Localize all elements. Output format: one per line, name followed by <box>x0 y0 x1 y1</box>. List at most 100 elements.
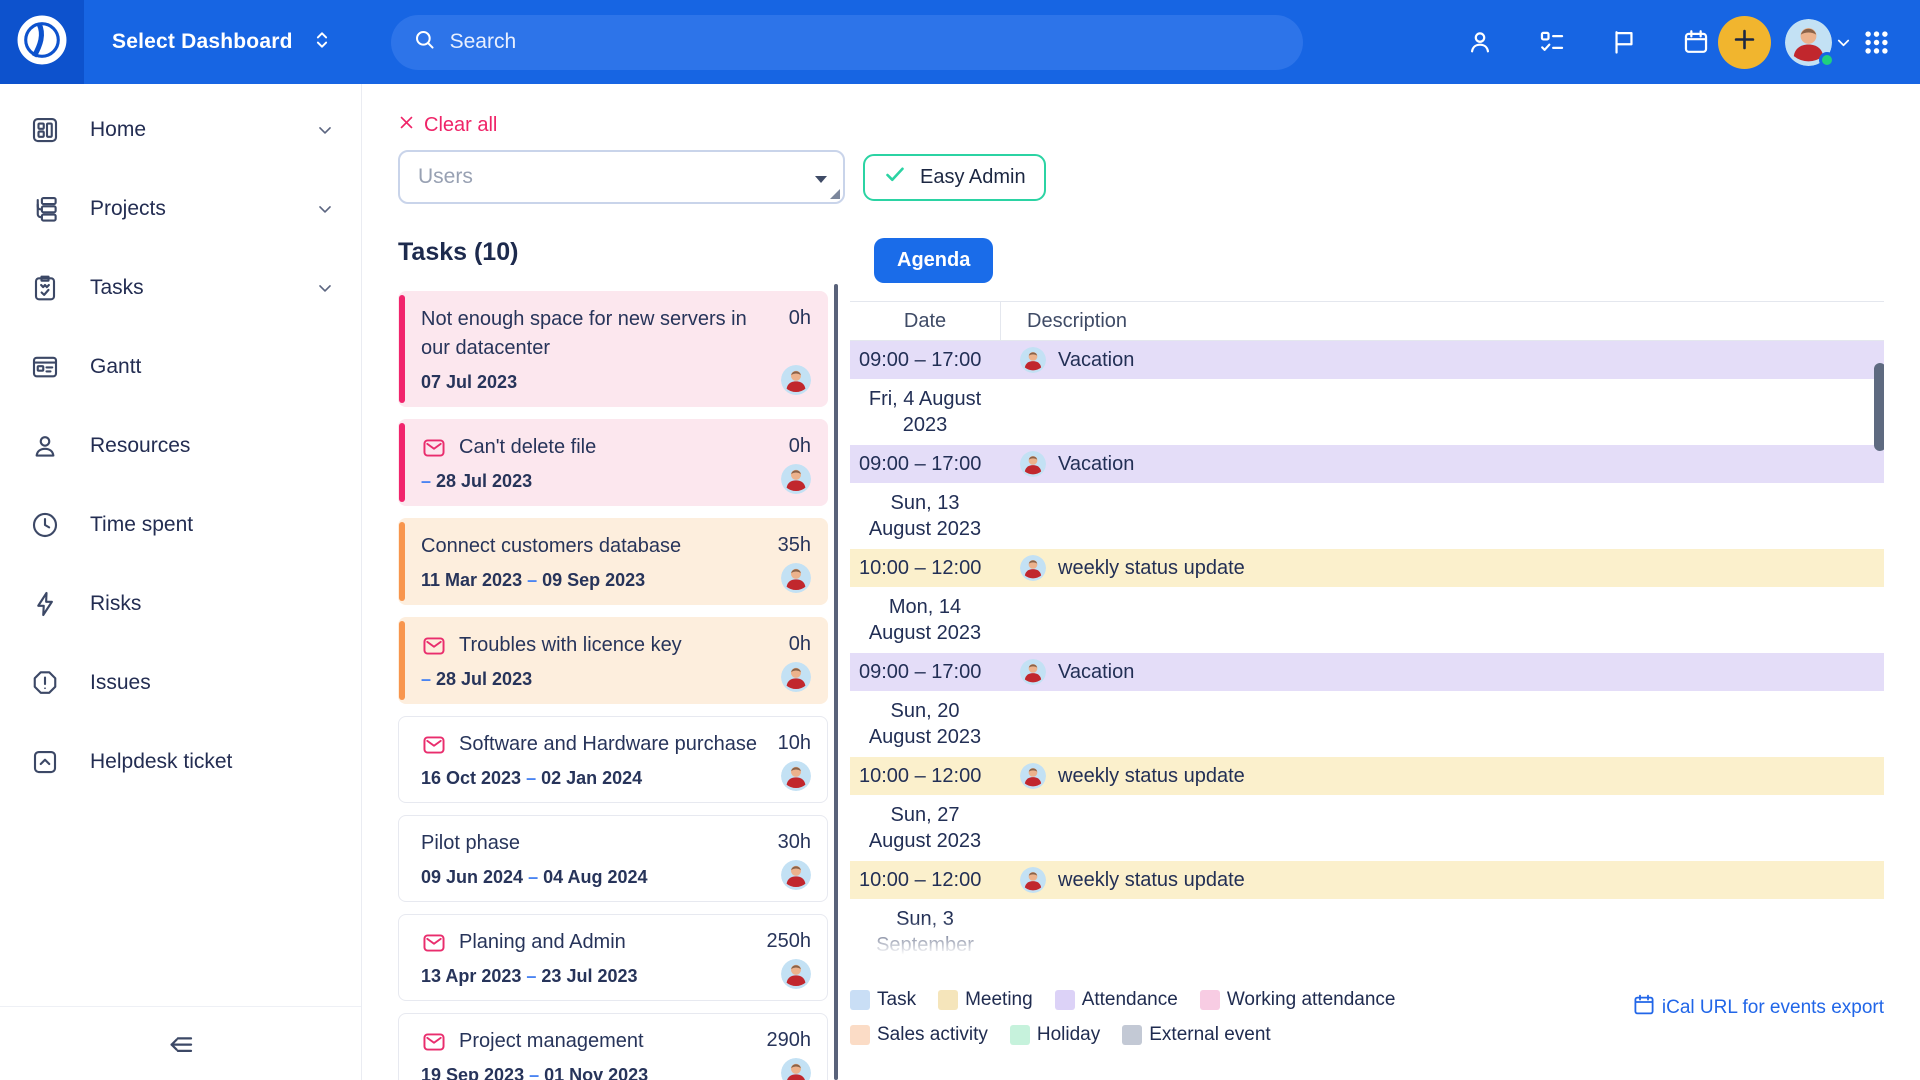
search-input[interactable] <box>450 30 1281 54</box>
search-bar[interactable] <box>391 15 1303 70</box>
agenda-date-row: Fri, 4 August 2023 <box>850 379 1884 445</box>
avatar-chevron-down-icon[interactable] <box>1834 33 1853 52</box>
task-card[interactable]: Software and Hardware purchase 10h 16 Oc… <box>398 716 828 803</box>
legend-swatch <box>1200 990 1220 1010</box>
agenda-table: Date Description 09:00 – 17:00 Vacation … <box>850 301 1884 961</box>
risks-icon <box>30 589 60 619</box>
sidebar-item-issues[interactable]: Issues <box>0 643 361 722</box>
sidebar-item-label: Gantt <box>90 355 335 379</box>
sidebar: Home Projects Tasks Gantt Resources Time… <box>0 84 362 1080</box>
task-title: Pilot phase <box>421 829 766 858</box>
main-content: Clear all Users Easy Admin Tasks (10) <box>362 84 1920 1080</box>
easy-admin-chip[interactable]: Easy Admin <box>863 154 1046 201</box>
agenda-event-row[interactable]: 10:00 – 12:00 weekly status update <box>850 757 1884 795</box>
tasks-panel: Tasks (10) Not enough space for new serv… <box>398 230 828 1080</box>
sidebar-item-label: Tasks <box>90 276 285 300</box>
agenda-event-row[interactable]: 09:00 – 17:00 Vacation <box>850 341 1884 379</box>
close-icon <box>398 114 415 137</box>
sidebar-item-home[interactable]: Home <box>0 90 361 169</box>
task-dates: 09 Jun 2024 – 04 Aug 2024 <box>421 867 647 890</box>
issues-icon <box>30 668 60 698</box>
chevron-down-icon <box>315 120 335 140</box>
task-hours: 10h <box>778 730 811 755</box>
sidebar-item-tasks[interactable]: Tasks <box>0 248 361 327</box>
user-avatar[interactable] <box>1785 19 1832 66</box>
agenda-event-row[interactable]: 09:00 – 17:00 Vacation <box>850 445 1884 483</box>
chevron-down-icon <box>315 278 335 298</box>
task-card[interactable]: Troubles with licence key 0h – 28 Jul 20… <box>398 617 828 704</box>
envelope-icon <box>421 930 447 956</box>
task-hours: 0h <box>789 631 811 656</box>
legend-swatch <box>850 990 870 1010</box>
sidebar-item-label: Issues <box>90 671 335 695</box>
top-bar: Select Dashboard <box>0 0 1920 84</box>
agenda-scrollbar[interactable] <box>1874 363 1884 451</box>
task-title: Planing and Admin <box>459 928 755 957</box>
task-card[interactable]: Planing and Admin 250h 13 Apr 2023 – 23 … <box>398 914 828 1001</box>
sidebar-item-label: Risks <box>90 592 335 616</box>
event-time: 09:00 – 17:00 <box>850 453 1000 476</box>
dashboard-icon <box>30 115 60 145</box>
ical-export-link[interactable]: iCal URL for events export <box>1632 993 1884 1023</box>
sidebar-item-helpdesk-ticket[interactable]: Helpdesk ticket <box>0 722 361 801</box>
task-hours: 30h <box>778 829 811 854</box>
app-logo[interactable] <box>0 0 84 84</box>
agenda-date: Mon, 14 August 2023 <box>850 588 1000 653</box>
task-card[interactable]: Pilot phase 30h 09 Jun 2024 – 04 Aug 202… <box>398 815 828 902</box>
agenda-date-row: Sun, 13 August 2023 <box>850 483 1884 549</box>
users-filter-dropdown[interactable]: Users <box>398 150 845 204</box>
legend-item-sales-activity: Sales activity <box>850 1024 988 1046</box>
panel-splitter[interactable] <box>834 284 838 1080</box>
add-button[interactable] <box>1718 16 1771 69</box>
calendar-icon <box>1632 993 1656 1023</box>
agenda-panel: Agenda Date Description 09:00 – 17:00 Va… <box>850 230 1920 1080</box>
sidebar-item-time-spent[interactable]: Time spent <box>0 485 361 564</box>
checklist-icon[interactable] <box>1538 28 1566 56</box>
task-card[interactable]: Can't delete file 0h – 28 Jul 2023 <box>398 419 828 506</box>
legend-item-working-attendance: Working attendance <box>1200 989 1396 1011</box>
agenda-event-row[interactable]: 10:00 – 12:00 weekly status update <box>850 861 1884 899</box>
sidebar-item-resources[interactable]: Resources <box>0 406 361 485</box>
resize-grip-icon <box>830 189 840 199</box>
sidebar-item-gantt[interactable]: Gantt <box>0 327 361 406</box>
dashboard-selector-label: Select Dashboard <box>112 30 293 54</box>
flag-icon[interactable] <box>1610 28 1638 56</box>
sidebar-item-projects[interactable]: Projects <box>0 169 361 248</box>
event-time: 10:00 – 12:00 <box>850 557 1000 580</box>
legend-label: Holiday <box>1037 1024 1100 1046</box>
avatar <box>1020 659 1046 685</box>
legend-item-external-event: External event <box>1122 1024 1270 1046</box>
event-type-legend: Task Meeting Attendance Working attendan… <box>850 989 1395 1046</box>
agenda-date-row: Sun, 20 August 2023 <box>850 691 1884 757</box>
agenda-event-row[interactable]: 10:00 – 12:00 weekly status update <box>850 549 1884 587</box>
task-dates: – 28 Jul 2023 <box>421 669 532 692</box>
event-time: 09:00 – 17:00 <box>850 661 1000 684</box>
agenda-event-row[interactable]: 09:00 – 17:00 Vacation <box>850 653 1884 691</box>
helpdesk-icon <box>30 747 60 777</box>
ical-export-label: iCal URL for events export <box>1662 997 1884 1019</box>
task-title: Software and Hardware purchase <box>459 730 766 759</box>
task-title: Can't delete file <box>459 433 777 462</box>
task-hours: 35h <box>778 532 811 557</box>
task-title: Troubles with licence key <box>459 631 777 660</box>
agenda-button[interactable]: Agenda <box>874 238 993 283</box>
topbar-actions <box>1466 28 1710 56</box>
avatar <box>781 761 811 791</box>
calendar-icon[interactable] <box>1682 28 1710 56</box>
gantt-icon <box>30 352 60 382</box>
collapse-sidebar-icon[interactable] <box>164 1029 198 1059</box>
legend-item-task: Task <box>850 989 916 1011</box>
task-card[interactable]: Connect customers database 35h 11 Mar 20… <box>398 518 828 605</box>
clear-all-filters[interactable]: Clear all <box>398 114 497 137</box>
task-card[interactable]: Not enough space for new servers in our … <box>398 291 828 407</box>
sidebar-item-risks[interactable]: Risks <box>0 564 361 643</box>
dashboard-selector[interactable]: Select Dashboard <box>112 27 333 58</box>
search-icon <box>413 28 436 56</box>
profile-icon[interactable] <box>1466 28 1494 56</box>
tasks-panel-title: Tasks (10) <box>398 238 828 267</box>
legend-item-meeting: Meeting <box>938 989 1033 1011</box>
legend-item-attendance: Attendance <box>1055 989 1178 1011</box>
apps-grid-icon[interactable] <box>1861 27 1892 58</box>
task-card[interactable]: Project management 290h 19 Sep 2023 – 01… <box>398 1013 828 1080</box>
legend-label: Sales activity <box>877 1024 988 1046</box>
